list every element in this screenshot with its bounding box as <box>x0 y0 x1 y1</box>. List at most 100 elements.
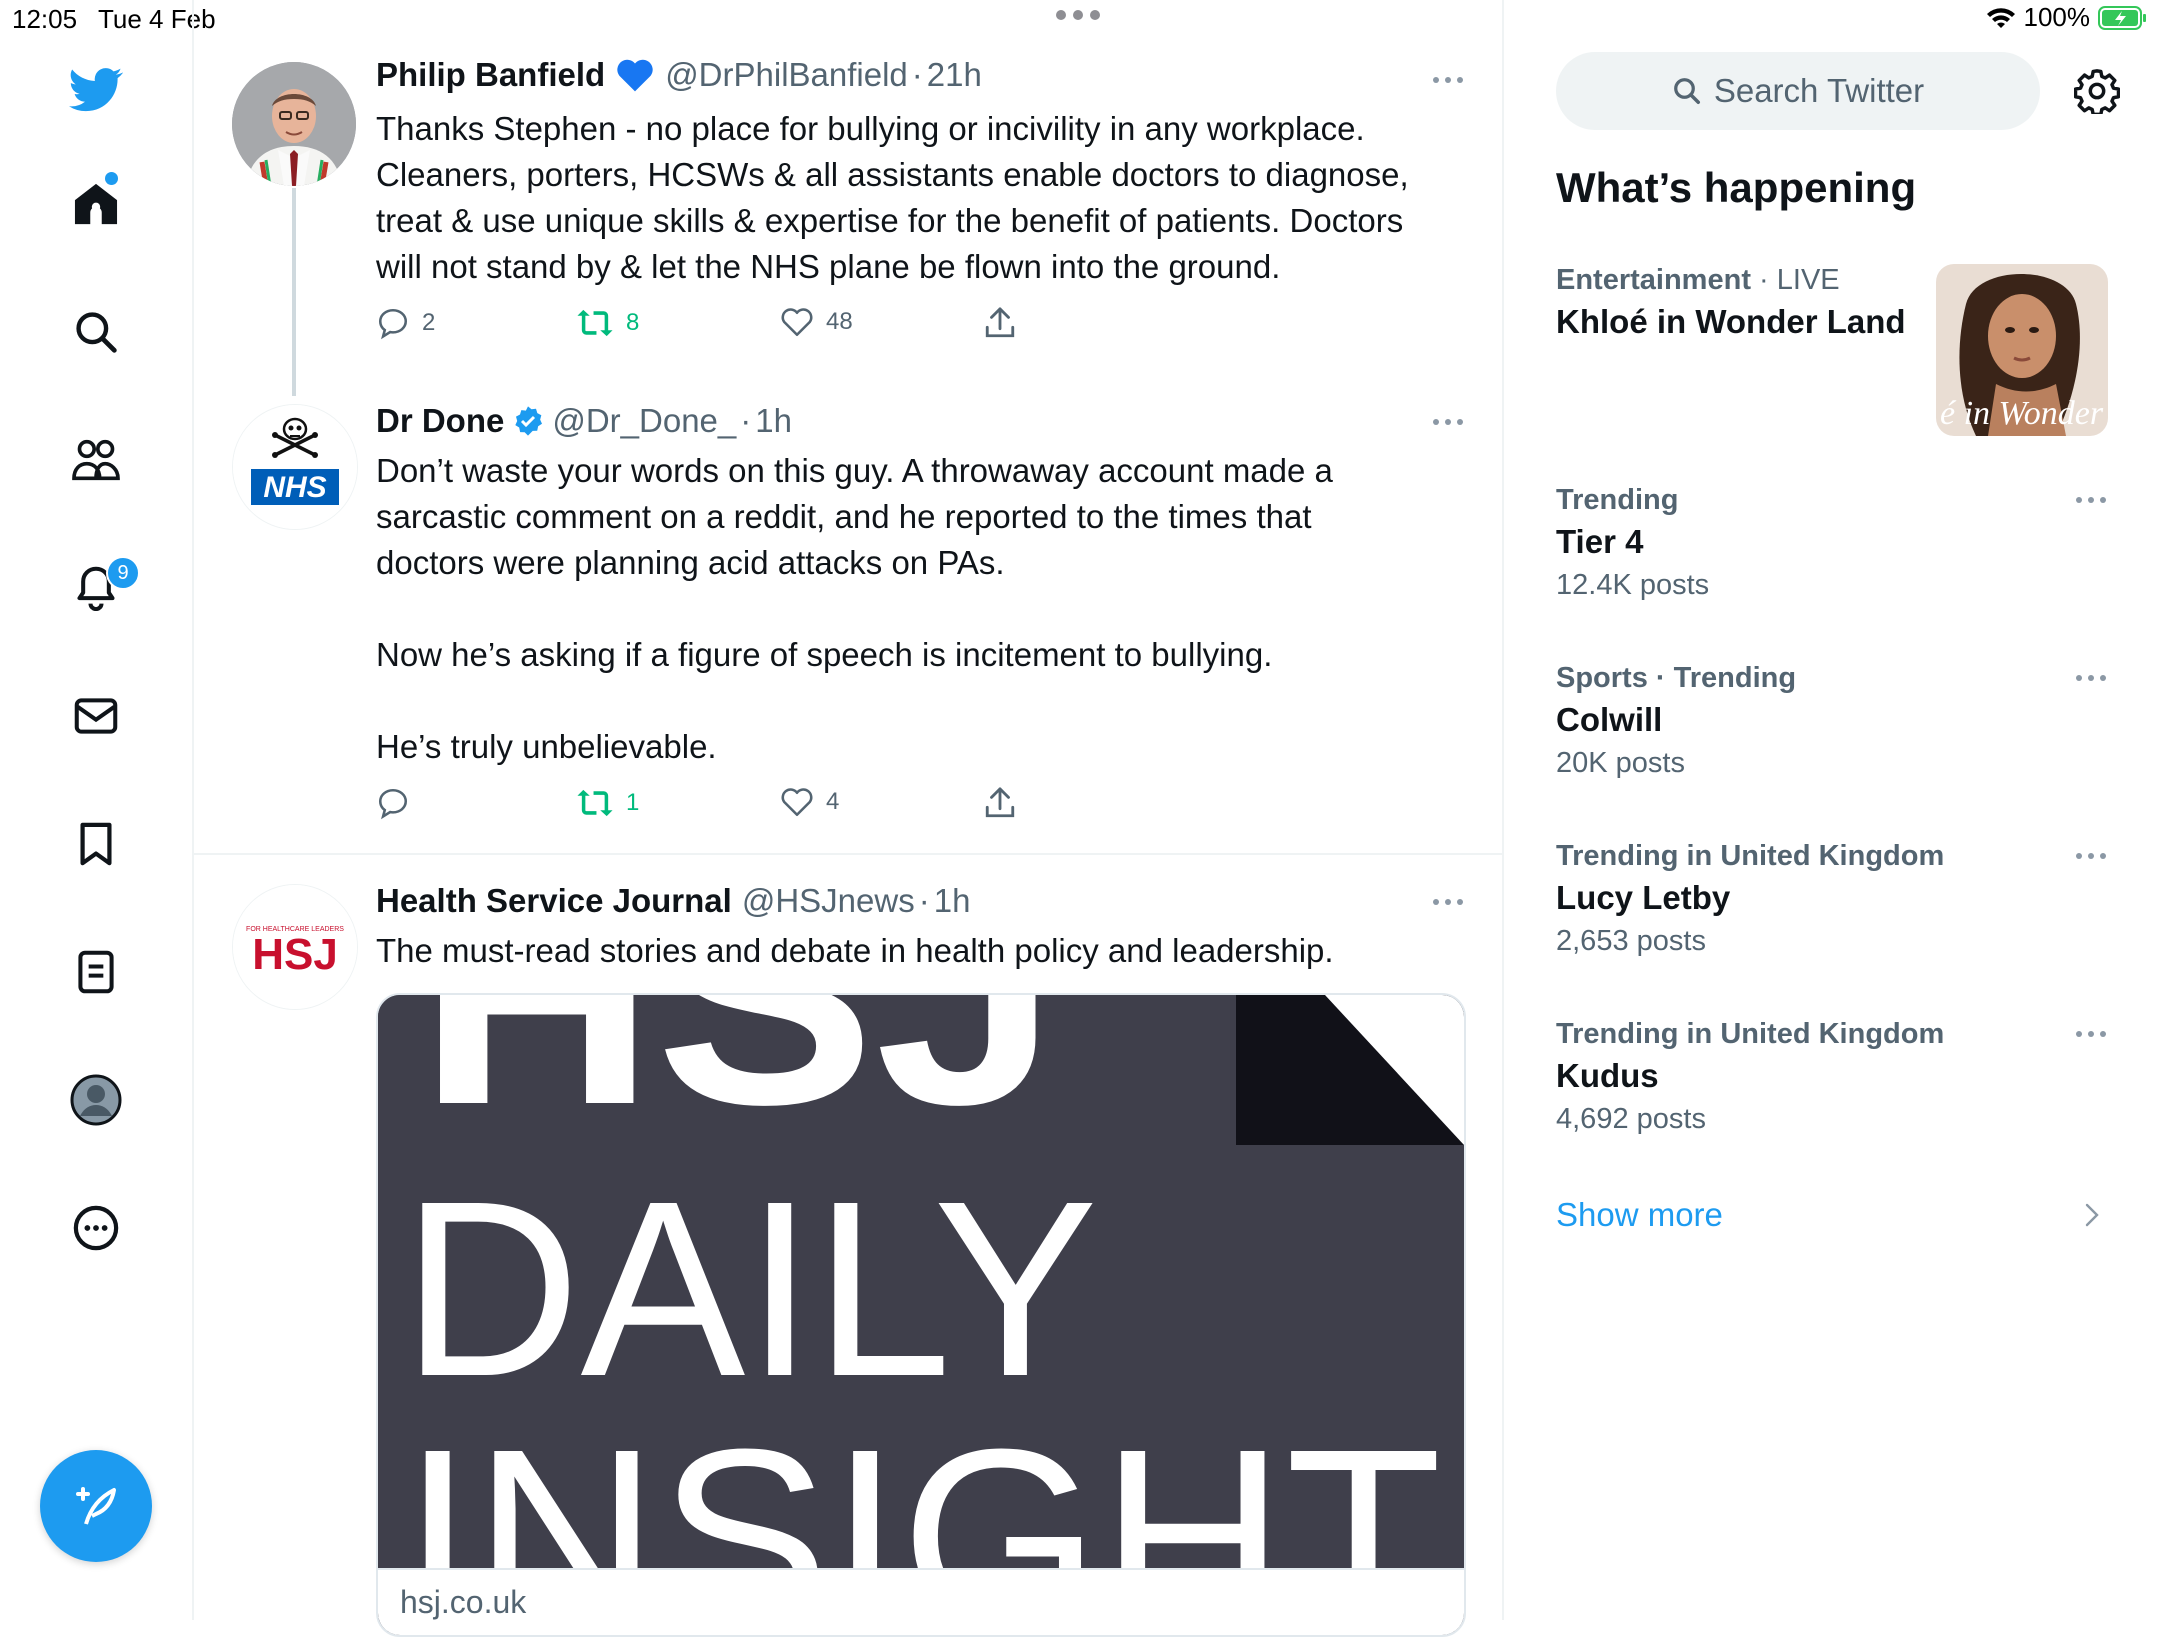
trend-count: 20K posts <box>1556 747 1685 779</box>
tweet-text: Don’t waste your words on this guy. A th… <box>376 448 1333 770</box>
search-icon <box>1672 76 1702 106</box>
reply-button[interactable] <box>376 786 422 820</box>
tweet-header: Dr Done @Dr_Done_ · 1h <box>376 402 792 440</box>
more-icon[interactable] <box>58 1190 134 1266</box>
trend-name: Lucy Letby <box>1556 879 1731 916</box>
thumb-caption: é in Wonder l <box>1940 395 2108 432</box>
communities-icon[interactable] <box>58 422 134 498</box>
tweet-text-line: sarcastic comment on a reddit, and he re… <box>376 498 1312 535</box>
featured-trend-thumbnail[interactable]: é in Wonder l <box>1936 264 2108 436</box>
trend-category: Trending in United Kingdom <box>1556 1018 1945 1050</box>
tweet-meta-sep: · <box>911 56 923 93</box>
tweet-more-icon[interactable] <box>1428 70 1468 90</box>
trend-count: 2,653 posts <box>1556 925 1706 957</box>
verified-badge-icon <box>512 405 544 437</box>
search-input[interactable]: Search Twitter <box>1556 52 2040 130</box>
avatar[interactable] <box>232 62 356 186</box>
trend-name: Kudus <box>1556 1057 1659 1094</box>
trend-item[interactable]: Trending in United Kingdom Lucy Letby 2,… <box>1556 840 1944 958</box>
search-icon[interactable] <box>58 294 134 370</box>
retweet-button[interactable]: 1 <box>576 786 639 820</box>
chevron-right-icon[interactable] <box>2084 1202 2100 1228</box>
trend-more-icon[interactable] <box>2074 670 2108 686</box>
tweet-meta-sep: · <box>918 882 930 919</box>
trend-more-icon[interactable] <box>2074 848 2108 864</box>
show-more-link[interactable]: Show more <box>1556 1196 1723 1234</box>
status-date: Tue 4 Feb <box>98 4 216 34</box>
compose-tweet-button[interactable] <box>40 1450 152 1562</box>
blue-heart-icon <box>615 57 655 93</box>
twitter-logo-icon[interactable] <box>58 52 134 128</box>
settings-gear-icon[interactable] <box>2074 68 2120 114</box>
trend-more-icon[interactable] <box>2074 1026 2108 1042</box>
tweet-text-line: Cleaners, porters, HCSWs & all assistant… <box>376 156 1409 193</box>
reply-button[interactable]: 2 <box>376 306 435 340</box>
mail-icon[interactable] <box>58 678 134 754</box>
trend-name: Colwill <box>1556 701 1663 738</box>
tweet-time[interactable]: 21h <box>927 56 982 94</box>
like-button[interactable]: 48 <box>780 306 853 338</box>
reply-count: 2 <box>422 309 436 336</box>
hsj-logo-text: HSJ <box>252 930 338 979</box>
battery-charging-icon <box>2098 5 2148 31</box>
battery-percent: 100% <box>2023 2 2091 32</box>
tweet-time[interactable]: 1h <box>934 882 971 920</box>
heart-icon <box>780 306 814 338</box>
home-unread-dot <box>105 172 118 185</box>
nav-divider <box>192 0 194 1620</box>
tweet-text-blank <box>376 678 1333 724</box>
reply-icon <box>376 306 410 340</box>
trend-count: 4,692 posts <box>1556 1103 1706 1135</box>
featured-trend[interactable]: Entertainment · LIVE Khloé in Wonder Lan… <box>1556 264 1906 341</box>
tweet-author-name[interactable]: Philip Banfield <box>376 56 605 94</box>
whats-happening-title: What’s happening <box>1556 164 1917 211</box>
share-button[interactable] <box>984 306 1016 340</box>
card-headline-hsj: HSJ <box>418 995 1058 1167</box>
tweet-header: Health Service Journal @HSJnews · 1h <box>376 882 970 920</box>
timeline-divider <box>1502 0 1504 1620</box>
retweet-count: 8 <box>626 309 640 336</box>
profile-icon[interactable] <box>58 1062 134 1138</box>
status-time: 12:05 <box>12 4 78 34</box>
tweet-author-handle[interactable]: @HSJnews <box>742 882 915 920</box>
avatar[interactable]: NHS <box>232 404 358 530</box>
tweet-more-icon[interactable] <box>1428 412 1468 432</box>
like-button[interactable]: 4 <box>780 786 839 818</box>
tweet-text-line: The must-read stories and debate in heal… <box>376 932 1334 969</box>
tweet-text-blank <box>376 586 1333 632</box>
trend-item[interactable]: Sports · Trending Colwill 20K posts <box>1556 662 1796 780</box>
tweet-more-icon[interactable] <box>1428 892 1468 912</box>
nhs-logo-text: NHS <box>263 471 326 504</box>
card-image: HSJ DAILY INSIGHT <box>378 995 1464 1568</box>
share-button[interactable] <box>984 786 1016 820</box>
retweet-icon <box>576 306 614 340</box>
trend-item[interactable]: Trending in United Kingdom Kudus 4,692 p… <box>1556 1018 1944 1136</box>
retweet-button[interactable]: 8 <box>576 306 639 340</box>
search-placeholder: Search Twitter <box>1713 72 1925 109</box>
tweet-author-name[interactable]: Health Service Journal <box>376 882 732 920</box>
tweet-text-line: treat & use unique skills & expertise fo… <box>376 202 1404 239</box>
card-headline-daily: DAILY <box>402 1149 1098 1428</box>
tweet-text-line: He’s truly unbelievable. <box>376 728 717 765</box>
tweet-author-handle[interactable]: @Dr_Done_ <box>552 402 736 440</box>
share-icon <box>984 306 1016 340</box>
trend-more-icon[interactable] <box>2074 492 2108 508</box>
tweet-time[interactable]: 1h <box>755 402 792 440</box>
trend-category: Entertainment · LIVE <box>1556 264 1840 296</box>
trend-item[interactable]: Trending Tier 4 12.4K posts <box>1556 484 1709 602</box>
tweet-text-line: Thanks Stephen - no place for bullying o… <box>376 110 1365 147</box>
avatar[interactable]: FOR HEALTHCARE LEADERS HSJ <box>232 884 358 1010</box>
home-icon[interactable] <box>58 166 134 242</box>
tweet-author-handle[interactable]: @DrPhilBanfield <box>665 56 908 94</box>
multitasking-dots-icon[interactable] <box>1055 8 1101 22</box>
tweet-author-name[interactable]: Dr Done <box>376 402 504 440</box>
like-count: 4 <box>826 788 840 815</box>
thread-line <box>292 188 296 396</box>
bookmark-icon[interactable] <box>58 806 134 882</box>
retweet-icon <box>576 786 614 820</box>
link-card[interactable]: HSJ DAILY INSIGHT hsj.co.uk <box>376 993 1466 1637</box>
tweet-text: Thanks Stephen - no place for bullying o… <box>376 106 1409 290</box>
lists-icon[interactable] <box>58 934 134 1010</box>
tweet-text-line: Now he’s asking if a figure of speech is… <box>376 636 1273 673</box>
card-domain[interactable]: hsj.co.uk <box>378 1568 1464 1635</box>
